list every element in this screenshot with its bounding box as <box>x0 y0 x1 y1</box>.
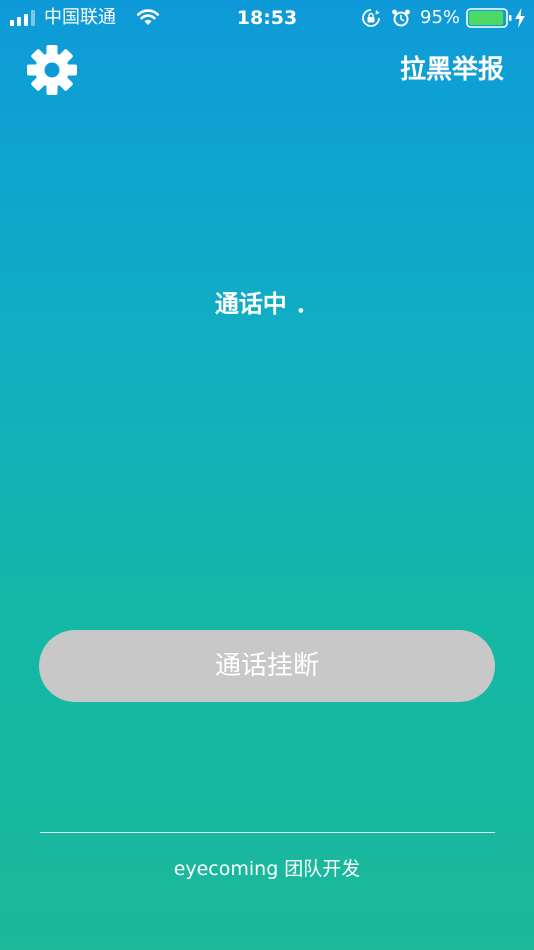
block-report-button[interactable]: 拉黑举报 <box>400 52 504 88</box>
status-bar: 中国联通 18:53 95% <box>0 0 534 36</box>
hangup-button[interactable]: 通话挂断 <box>39 630 495 702</box>
battery-icon <box>466 8 512 28</box>
footer-divider <box>40 832 495 833</box>
call-status-text: 通话中 ． <box>214 290 320 318</box>
charging-bolt-icon <box>515 8 525 28</box>
battery-percent: 95% <box>420 7 461 28</box>
call-screen: 中国联通 18:53 95% 拉黑举报 通话中 ． 通话挂断 eyecoming… <box>0 0 534 950</box>
rotation-lock-icon <box>362 9 380 27</box>
alarm-icon <box>392 9 410 27</box>
developer-credit: eyecoming 团队开发 <box>173 858 361 880</box>
gear-icon[interactable] <box>26 44 78 96</box>
